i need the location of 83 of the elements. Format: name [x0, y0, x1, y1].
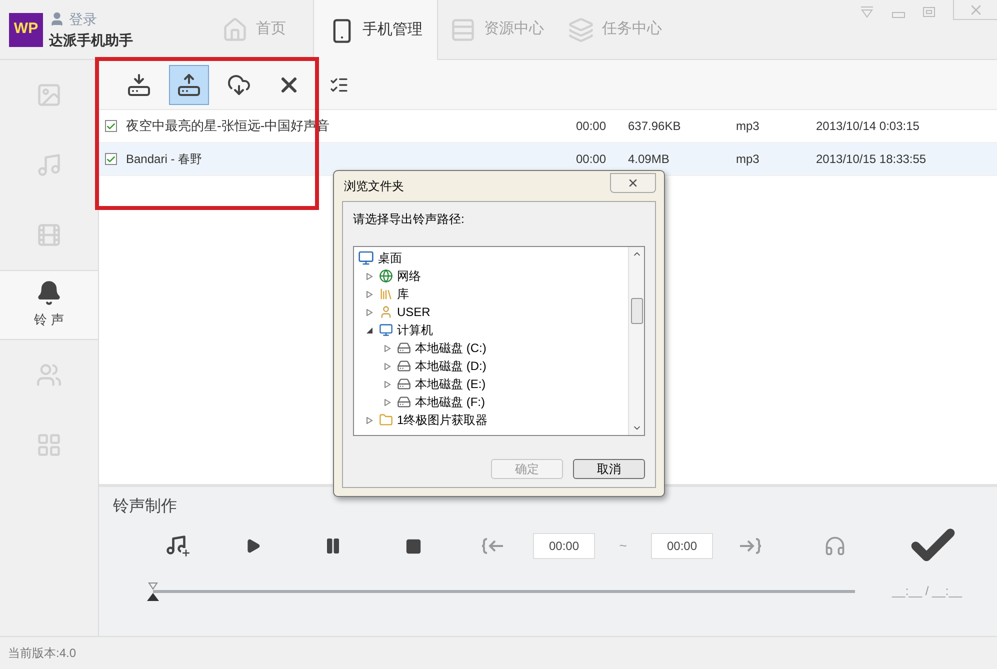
- people-icon: [36, 362, 62, 388]
- tree-item[interactable]: 计算机: [397, 321, 433, 339]
- dialog-button[interactable]: 取消: [573, 459, 645, 479]
- drive-icon: [397, 377, 411, 391]
- close-icon: [627, 177, 639, 189]
- collapsed-triangle-icon[interactable]: [366, 272, 373, 280]
- collapsed-triangle-icon[interactable]: [366, 308, 373, 316]
- table-cell-text: 4.09MB: [628, 151, 670, 168]
- drive-icon: [397, 395, 411, 409]
- home-icon: [222, 16, 248, 42]
- set-end-icon[interactable]: [738, 537, 762, 555]
- scrollbar[interactable]: [628, 247, 644, 435]
- export-button[interactable]: [169, 64, 209, 104]
- cloud-download-icon: [227, 72, 251, 96]
- collapsed-triangle-icon[interactable]: [366, 416, 373, 424]
- grid-icon: [36, 432, 62, 458]
- version-label: 当前版本:4.0: [8, 645, 76, 662]
- expanded-triangle-icon[interactable]: [366, 326, 373, 334]
- range-separator: ~: [618, 537, 628, 556]
- table-row[interactable]: Bandari - 春野 00:00 4.09MB mp3 2013/10/15 18:33:55: [99, 143, 997, 176]
- table-cell-text: 夜空中最亮的星-张恒远-中国好声音: [126, 117, 331, 136]
- table-cell-text: mp3: [736, 151, 760, 168]
- computer-icon: [379, 323, 393, 337]
- film-icon: [36, 222, 62, 248]
- desktop-icon: [358, 250, 374, 266]
- table-cell-text: 00:00: [576, 151, 608, 168]
- close-button[interactable]: [610, 173, 656, 193]
- collapsed-triangle-icon[interactable]: [384, 398, 391, 406]
- scrollbar-thumb[interactable]: [630, 298, 642, 324]
- dialog-prompt: 请选择导出铃声路径:: [353, 211, 466, 228]
- tree-item[interactable]: 本地磁盘 (E:): [415, 375, 486, 393]
- music-note-icon: [165, 534, 187, 556]
- network-icon: [379, 269, 393, 283]
- layers-icon: [568, 16, 594, 42]
- tree-item[interactable]: 桌面: [378, 249, 402, 267]
- sidebar-item[interactable]: 铃 声: [0, 270, 98, 340]
- user-icon: [379, 305, 393, 319]
- library-icon: [379, 287, 393, 301]
- table-cell-text: mp3: [736, 118, 760, 135]
- drive-icon: [397, 341, 411, 355]
- dialog-title: 浏览文件夹: [343, 178, 404, 195]
- export-icon: [177, 72, 201, 96]
- start-time-field[interactable]: 00:00: [533, 533, 595, 559]
- table-cell-text: 637.96KB: [628, 118, 682, 135]
- checkbox[interactable]: [105, 153, 117, 165]
- sidebar-label: 铃 声: [34, 311, 64, 330]
- table-cell-text: 00:00: [576, 118, 608, 135]
- collapsed-triangle-icon[interactable]: [384, 344, 391, 352]
- time-reading: __:__ / __:__: [892, 583, 962, 600]
- tree-item[interactable]: 1终极图片获取器: [397, 411, 488, 429]
- tree-item[interactable]: 库: [397, 285, 409, 303]
- headphones-icon[interactable]: [824, 535, 846, 557]
- end-time-field[interactable]: 00:00: [651, 533, 713, 559]
- tree-item[interactable]: USER: [397, 303, 430, 321]
- nav-tab[interactable]: 手机管理: [313, 0, 438, 61]
- drive-icon: [397, 359, 411, 373]
- pause-button[interactable]: [324, 537, 342, 555]
- add-music-button[interactable]: [165, 534, 191, 558]
- music-icon: [36, 152, 62, 178]
- play-button[interactable]: [245, 538, 261, 554]
- table-cell-text: Bandari - 春野: [126, 151, 204, 168]
- section-title: 铃声制作: [113, 496, 178, 517]
- collapsed-triangle-icon[interactable]: [384, 362, 391, 370]
- photo-icon: [36, 82, 62, 108]
- tree-item[interactable]: 本地磁盘 (F:): [415, 393, 485, 411]
- set-start-icon[interactable]: [481, 537, 505, 555]
- tree-item[interactable]: 本地磁盘 (C:): [415, 339, 486, 357]
- tree-item[interactable]: 本地磁盘 (D:): [415, 357, 486, 375]
- table-cell-text: 2013/10/15 18:33:55: [816, 151, 926, 168]
- app-name: 达派手机助手: [49, 30, 133, 50]
- table-cell-text: 2013/10/14 0:03:15: [816, 118, 920, 135]
- tree-item[interactable]: 网络: [397, 267, 421, 285]
- list-icon: [450, 16, 476, 42]
- collapsed-triangle-icon[interactable]: [384, 380, 391, 388]
- app-logo: WP: [9, 12, 43, 46]
- folder-icon: [379, 413, 393, 427]
- user-icon: [49, 11, 65, 27]
- import-icon: [127, 72, 151, 96]
- slider-thumb[interactable]: [146, 582, 160, 602]
- checkbox[interactable]: [105, 120, 117, 132]
- collapsed-triangle-icon[interactable]: [366, 290, 373, 298]
- bell-icon: [36, 280, 62, 306]
- stop-button[interactable]: [404, 538, 422, 554]
